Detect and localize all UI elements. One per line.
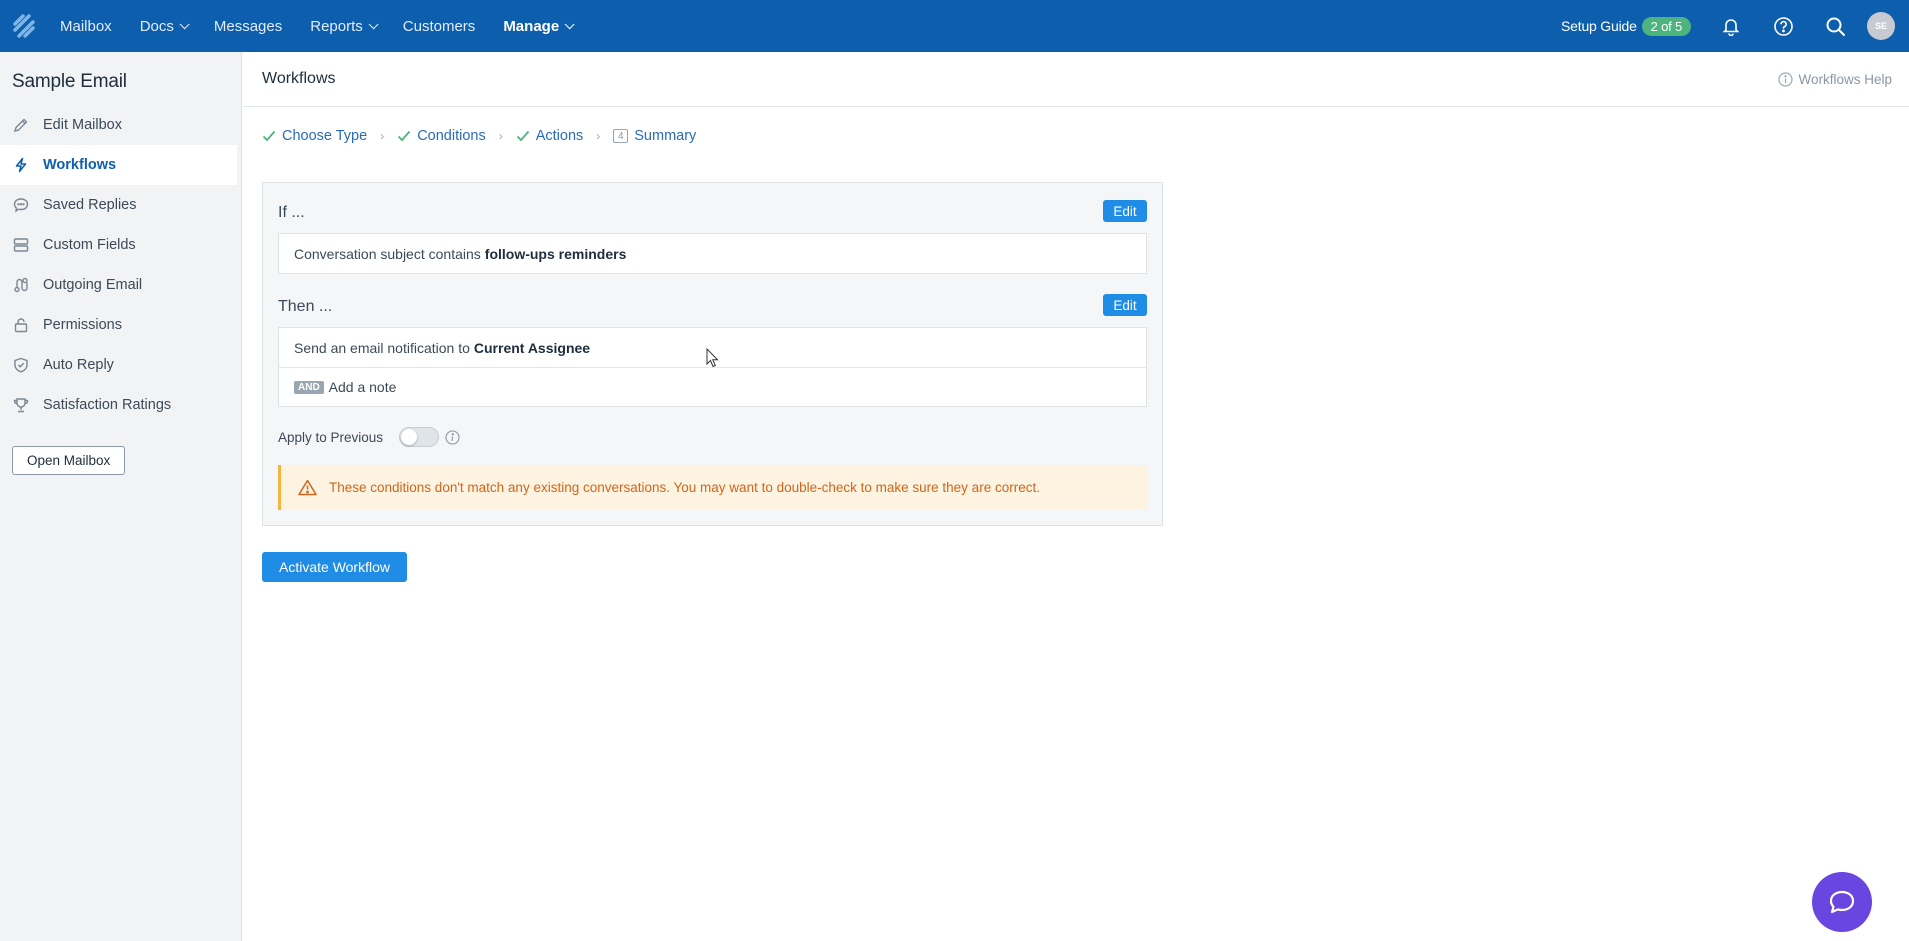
top-navigation: Mailbox Docs Messages Reports Customers … bbox=[0, 0, 1909, 52]
sidebar: Sample Email Edit Mailbox Workflows Save… bbox=[0, 52, 242, 941]
lightning-icon bbox=[12, 156, 30, 174]
nav-right-group: Setup Guide 2 of 5 SE bbox=[1561, 0, 1909, 52]
sidebar-item-satisfaction-ratings[interactable]: Satisfaction Ratings bbox=[0, 385, 241, 425]
sidebar-item-label: Permissions bbox=[43, 317, 122, 333]
nav-reports-label: Reports bbox=[310, 17, 363, 35]
edit-actions-button[interactable]: Edit bbox=[1103, 294, 1147, 316]
notifications-bell-icon[interactable] bbox=[1705, 0, 1757, 52]
and-tag: AND bbox=[294, 380, 324, 394]
chevron-down-icon bbox=[368, 18, 379, 29]
checkmark-icon bbox=[397, 130, 411, 142]
sidebar-item-outgoing-email[interactable]: Outgoing Email bbox=[0, 265, 241, 305]
sidebar-item-label: Edit Mailbox bbox=[43, 117, 122, 133]
page-header: Workflows Workflows Help bbox=[243, 52, 1909, 107]
setup-guide-label: Setup Guide bbox=[1561, 18, 1637, 34]
activate-workflow-button[interactable]: Activate Workflow bbox=[262, 552, 407, 582]
shield-check-icon bbox=[12, 356, 30, 374]
apply-to-previous-toggle[interactable] bbox=[399, 427, 440, 447]
sidebar-item-saved-replies[interactable]: Saved Replies bbox=[0, 185, 241, 225]
workflows-help-link[interactable]: Workflows Help bbox=[1778, 72, 1892, 87]
lock-icon bbox=[12, 316, 30, 334]
nav-mailbox-label: Mailbox bbox=[60, 17, 112, 35]
warning-banner: These conditions don't match any existin… bbox=[278, 465, 1147, 510]
nav-customers-label: Customers bbox=[402, 17, 476, 35]
step-choose-type[interactable]: Choose Type bbox=[262, 128, 367, 144]
workflows-help-label: Workflows Help bbox=[1798, 71, 1892, 87]
warning-triangle-icon bbox=[298, 479, 317, 496]
action-text: Add a note bbox=[328, 379, 397, 395]
mouse-cursor-icon bbox=[706, 347, 720, 373]
step-label: Summary bbox=[634, 128, 697, 144]
sidebar-item-custom-fields[interactable]: Custom Fields bbox=[0, 225, 241, 265]
workflow-steps: Choose Type › Conditions › Actions › 4 S… bbox=[262, 128, 696, 144]
sidebar-item-label: Workflows bbox=[43, 157, 117, 173]
helpscout-logo-icon[interactable] bbox=[2, 0, 46, 52]
setup-guide-button[interactable]: Setup Guide 2 of 5 bbox=[1561, 16, 1691, 36]
condition-text: Conversation subject contains bbox=[294, 245, 481, 262]
condition-value: follow-ups reminders bbox=[484, 245, 627, 262]
nav-reports[interactable]: Reports bbox=[296, 0, 389, 52]
sidebar-item-auto-reply[interactable]: Auto Reply bbox=[0, 345, 241, 385]
nav-docs-label: Docs bbox=[139, 17, 174, 35]
nav-manage-label: Manage bbox=[503, 17, 560, 35]
nav-manage[interactable]: Manage bbox=[489, 0, 585, 52]
nav-mailbox[interactable]: Mailbox bbox=[46, 0, 126, 52]
sidebar-item-edit-mailbox[interactable]: Edit Mailbox bbox=[0, 105, 241, 145]
apply-to-previous-label: Apply to Previous bbox=[278, 429, 384, 445]
search-icon[interactable] bbox=[1809, 0, 1861, 52]
mailbox-title: Sample Email bbox=[12, 71, 127, 92]
step-label: Conditions bbox=[417, 128, 486, 144]
condition-row: Conversation subject contains follow-ups… bbox=[279, 234, 1146, 273]
sidebar-item-label: Outgoing Email bbox=[43, 277, 143, 293]
sidebar-item-permissions[interactable]: Permissions bbox=[0, 305, 241, 345]
page-title: Workflows bbox=[262, 70, 336, 87]
chevron-down-icon bbox=[179, 18, 190, 29]
chevron-down-icon bbox=[564, 18, 575, 29]
help-beacon-button[interactable] bbox=[1812, 872, 1872, 932]
chat-bubble-icon bbox=[12, 196, 30, 214]
nav-docs[interactable]: Docs bbox=[126, 0, 200, 52]
help-question-icon[interactable] bbox=[1757, 0, 1809, 52]
chevron-right-icon: › bbox=[498, 129, 503, 143]
route-icon bbox=[12, 276, 30, 294]
action-text: Send an email notification to bbox=[294, 339, 470, 356]
sidebar-item-label: Saved Replies bbox=[43, 197, 137, 213]
sidebar-item-label: Auto Reply bbox=[43, 357, 114, 373]
info-circle-icon[interactable] bbox=[445, 429, 460, 445]
sidebar-item-label: Satisfaction Ratings bbox=[43, 397, 172, 413]
if-label: If ... bbox=[278, 204, 305, 221]
checkmark-icon bbox=[262, 130, 276, 142]
step-actions[interactable]: Actions bbox=[516, 128, 584, 144]
trophy-icon bbox=[12, 396, 30, 414]
chevron-right-icon: › bbox=[380, 129, 385, 143]
nav-messages[interactable]: Messages bbox=[200, 0, 296, 52]
apply-to-previous-group: Apply to Previous bbox=[278, 427, 460, 447]
nav-messages-label: Messages bbox=[213, 17, 283, 35]
info-circle-icon bbox=[1778, 71, 1794, 87]
edit-conditions-button[interactable]: Edit bbox=[1103, 200, 1147, 222]
action-value: Current Assignee bbox=[473, 339, 591, 356]
setup-progress-badge: 2 of 5 bbox=[1641, 16, 1691, 36]
pencil-icon bbox=[12, 116, 30, 134]
warning-text: These conditions don't match any existin… bbox=[329, 480, 1040, 495]
checkmark-icon bbox=[516, 130, 530, 142]
sidebar-item-label: Custom Fields bbox=[43, 237, 136, 253]
step-conditions[interactable]: Conditions bbox=[397, 128, 486, 144]
then-label: Then ... bbox=[278, 298, 333, 315]
chevron-right-icon: › bbox=[596, 129, 601, 143]
fields-icon bbox=[12, 236, 30, 254]
nav-customers[interactable]: Customers bbox=[389, 0, 490, 52]
open-mailbox-button[interactable]: Open Mailbox bbox=[12, 446, 126, 475]
conditions-box: Conversation subject contains follow-ups… bbox=[278, 233, 1147, 274]
step-label: Actions bbox=[535, 128, 584, 144]
step-label: Choose Type bbox=[282, 128, 368, 144]
user-avatar[interactable]: SE bbox=[1867, 12, 1895, 40]
avatar-initials: SE bbox=[1874, 21, 1887, 31]
sidebar-item-workflows[interactable]: Workflows bbox=[0, 145, 237, 185]
step-summary[interactable]: 4 Summary bbox=[613, 128, 696, 144]
step-number-badge: 4 bbox=[613, 129, 629, 143]
